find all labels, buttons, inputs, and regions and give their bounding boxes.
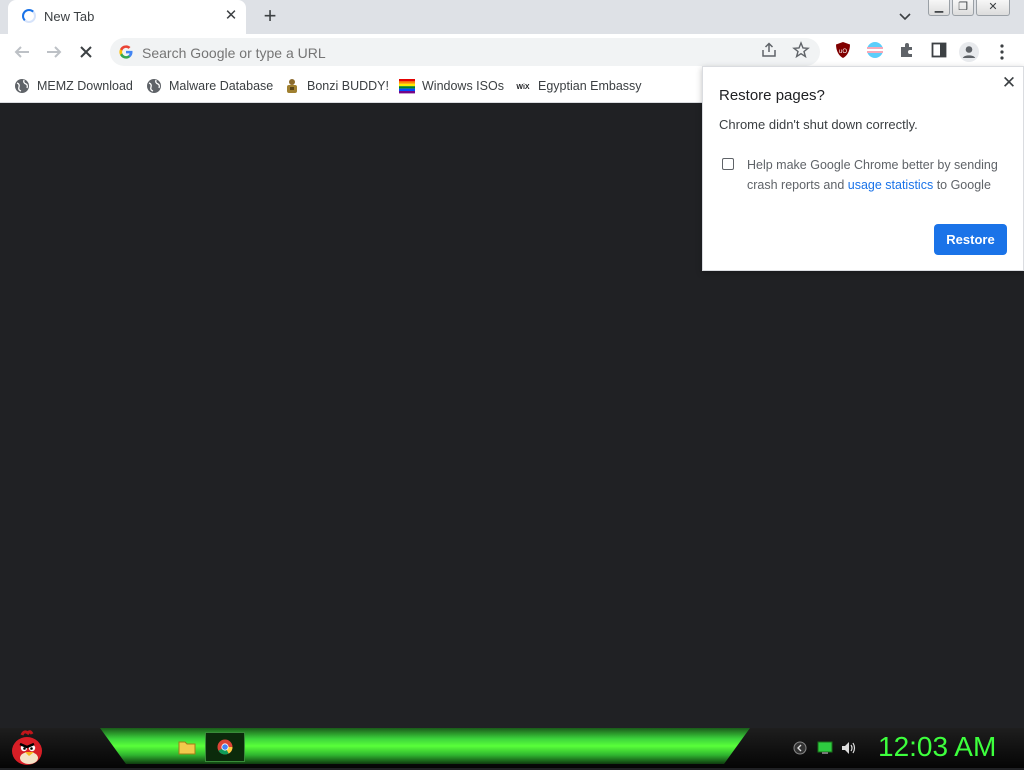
restore-button[interactable]: Restore bbox=[934, 224, 1007, 255]
minimize-button[interactable]: ▁ bbox=[928, 0, 950, 16]
crash-report-label: Help make Google Chrome better by sendin… bbox=[747, 155, 1007, 195]
bonzi-icon bbox=[287, 79, 297, 93]
file-explorer-icon[interactable] bbox=[178, 739, 196, 755]
share-icon[interactable] bbox=[758, 41, 780, 63]
globe-icon bbox=[15, 79, 29, 93]
crash-report-text-end: to Google bbox=[933, 178, 991, 192]
crash-report-checkbox[interactable] bbox=[722, 158, 734, 170]
bookmark-label: Egyptian Embassy bbox=[538, 79, 642, 93]
omnibox-input[interactable] bbox=[140, 41, 744, 65]
taskbar-clock[interactable]: 12:03 AM bbox=[878, 731, 996, 763]
bookmark-label: Malware Database bbox=[169, 79, 274, 93]
loading-spinner-icon bbox=[22, 9, 36, 23]
tab-title: New Tab bbox=[44, 9, 95, 24]
globe-icon bbox=[147, 79, 161, 93]
tab-search-chevron-icon[interactable] bbox=[894, 7, 916, 27]
bookmark-label: Windows ISOs bbox=[422, 79, 504, 93]
restore-window-button[interactable]: ❐ bbox=[952, 0, 974, 16]
rainbow-flag-icon bbox=[399, 79, 415, 94]
taskbar: 12:03 AM bbox=[0, 728, 1024, 768]
restore-pages-dialog: Restore pages? ✕ Chrome didn't shut down… bbox=[702, 66, 1024, 271]
tray-chevron-icon[interactable] bbox=[792, 741, 808, 755]
ublock-icon[interactable]: uO bbox=[832, 41, 854, 63]
forward-icon[interactable] bbox=[42, 40, 66, 64]
extension-flag-icon[interactable] bbox=[864, 41, 886, 63]
chrome-icon bbox=[217, 739, 233, 755]
dialog-title: Restore pages? bbox=[719, 87, 825, 104]
bookmark-bonzi-buddy[interactable]: Bonzi BUDDY! bbox=[284, 75, 389, 97]
bookmark-egyptian-embassy[interactable]: WiX Egyptian Embassy bbox=[515, 75, 642, 97]
stop-icon[interactable] bbox=[74, 40, 98, 64]
network-icon[interactable] bbox=[817, 741, 833, 755]
profile-icon[interactable] bbox=[958, 41, 980, 63]
dialog-close-icon[interactable]: ✕ bbox=[999, 73, 1019, 93]
bookmark-label: Bonzi BUDDY! bbox=[307, 79, 389, 93]
svg-text:uO: uO bbox=[839, 49, 847, 55]
star-icon[interactable] bbox=[790, 41, 812, 63]
dialog-message: Chrome didn't shut down correctly. bbox=[719, 117, 918, 132]
svg-text:WiX: WiX bbox=[516, 84, 529, 91]
window-controls: ▁ ❐ ✕ bbox=[928, 0, 1010, 17]
menu-icon[interactable] bbox=[991, 41, 1013, 63]
close-window-button[interactable]: ✕ bbox=[976, 0, 1010, 16]
start-button-angry-bird-icon[interactable] bbox=[8, 729, 46, 767]
wix-icon: WiX bbox=[516, 84, 529, 91]
back-icon[interactable] bbox=[10, 40, 34, 64]
bookmark-label: MEMZ Download bbox=[37, 79, 133, 93]
tab-close-icon[interactable]: ✕ bbox=[222, 7, 240, 25]
bookmark-windows-isos[interactable]: Windows ISOs bbox=[399, 75, 504, 97]
tab-new-tab[interactable]: New Tab ✕ bbox=[8, 0, 246, 34]
tab-strip: New Tab ✕ + ▁ ❐ ✕ bbox=[0, 0, 1024, 34]
new-tab-button[interactable]: + bbox=[258, 5, 282, 29]
bookmark-memz-download[interactable]: MEMZ Download bbox=[14, 75, 133, 97]
toolbar: uO bbox=[0, 34, 1024, 70]
side-panel-icon[interactable] bbox=[928, 41, 950, 63]
taskbar-chrome-button[interactable] bbox=[205, 732, 245, 762]
usage-statistics-link[interactable]: usage statistics bbox=[848, 178, 933, 192]
omnibox[interactable] bbox=[110, 38, 820, 66]
puzzle-icon[interactable] bbox=[896, 41, 918, 63]
bookmark-malware-database[interactable]: Malware Database bbox=[146, 75, 273, 97]
taskbar-glow bbox=[100, 728, 750, 764]
volume-icon[interactable] bbox=[841, 741, 857, 755]
google-g-icon bbox=[119, 45, 133, 59]
